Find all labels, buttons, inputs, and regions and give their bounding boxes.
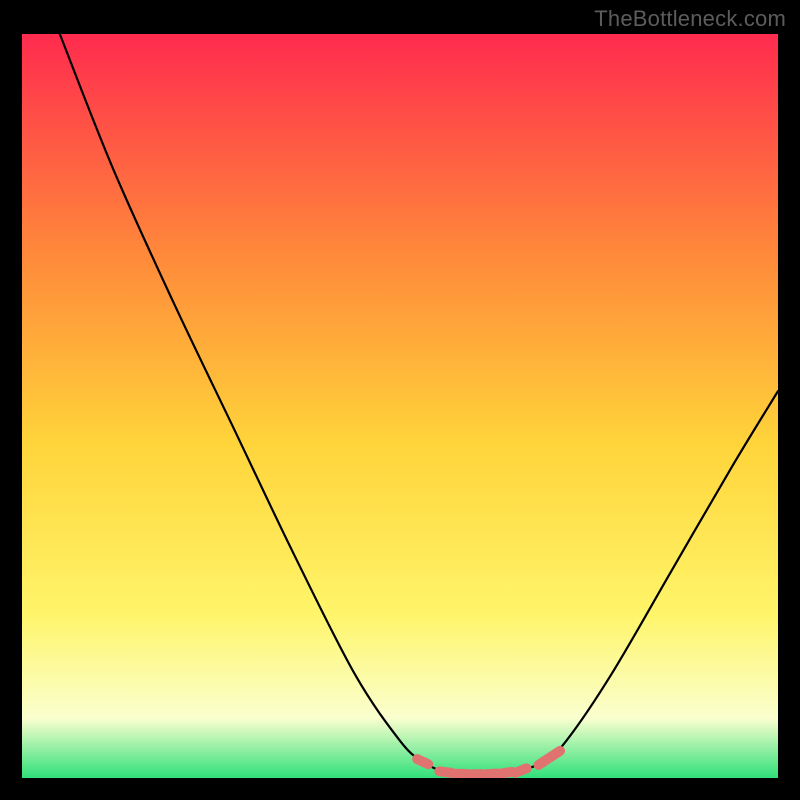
watermark-label: TheBottleneck.com <box>594 6 786 32</box>
plot-svg <box>22 34 778 778</box>
chart-frame: TheBottleneck.com <box>0 0 800 800</box>
plot-area <box>22 34 778 778</box>
gradient-background <box>22 34 778 778</box>
